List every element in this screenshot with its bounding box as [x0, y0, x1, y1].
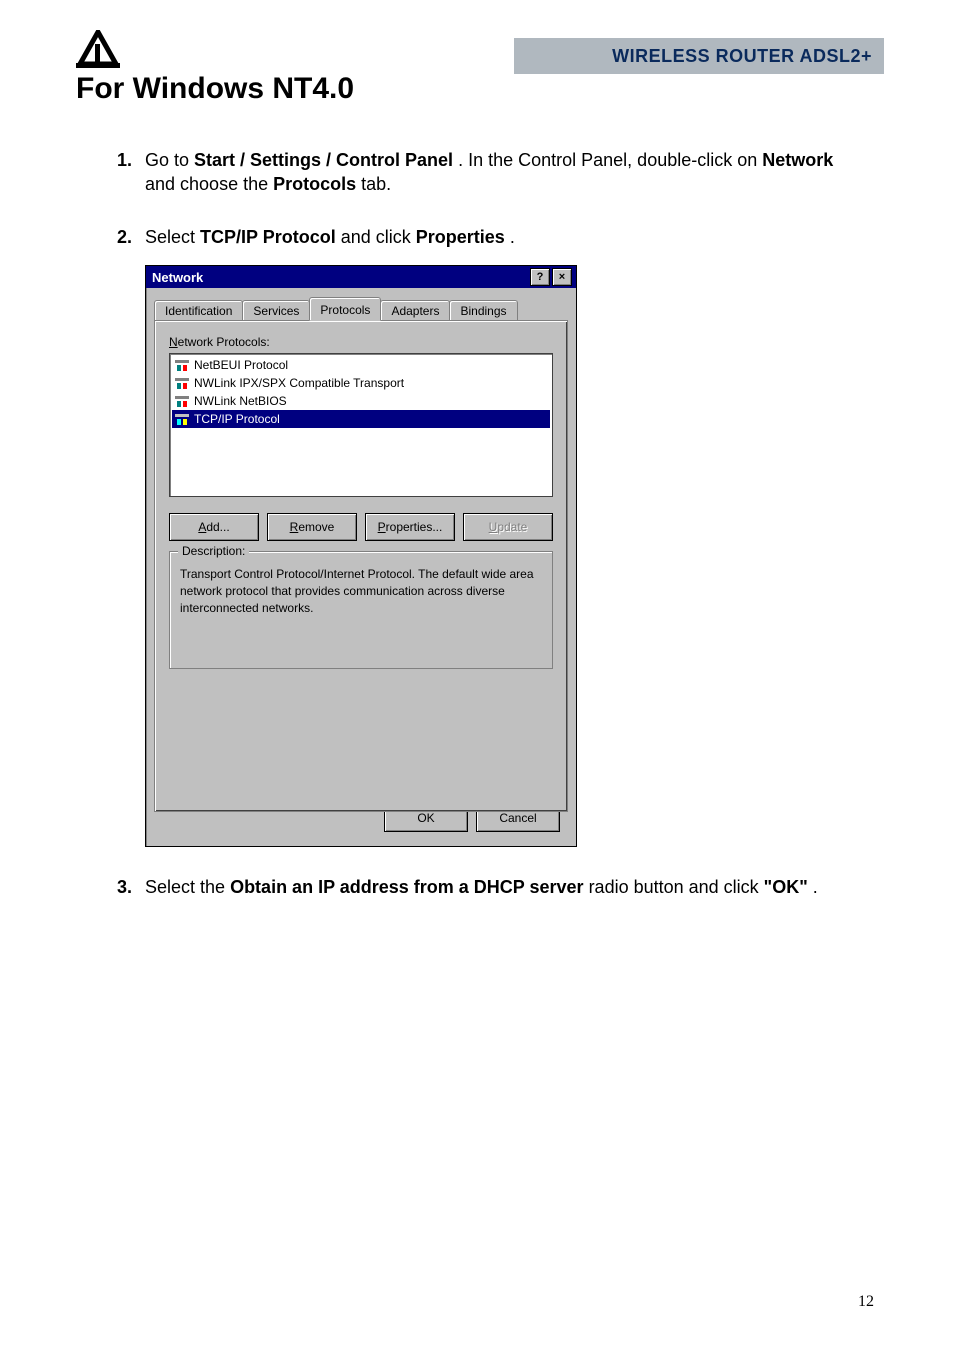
network-dialog: Network ? × Identification Services Prot… [145, 265, 577, 847]
step-1-bold-3: Protocols [273, 174, 356, 194]
tab-panel: Network Protocols: NetBEUI Protocol NWLi… [154, 320, 568, 812]
dialog-title: Network [152, 270, 203, 285]
product-name: WIRELESS ROUTER ADSL2+ [612, 46, 872, 67]
tab-identification[interactable]: Identification [154, 300, 243, 320]
close-button[interactable]: × [552, 268, 572, 286]
header-band: WIRELESS ROUTER ADSL2+ [514, 38, 884, 74]
button-row: Add... Remove Properties... Update [169, 513, 553, 541]
description-label: Description: [178, 544, 249, 558]
description-group: Description: Transport Control Protocol/… [169, 551, 553, 669]
list-item[interactable]: NWLink NetBIOS [172, 392, 550, 410]
tab-bindings[interactable]: Bindings [449, 300, 517, 320]
help-button[interactable]: ? [530, 268, 550, 286]
page-title: For Windows NT4.0 [76, 72, 354, 106]
step-3-text-2: radio button and click [589, 877, 764, 897]
remove-button[interactable]: Remove [267, 513, 357, 541]
step-3-text-3: . [813, 877, 818, 897]
list-item-label: NWLink IPX/SPX Compatible Transport [194, 376, 404, 390]
list-item[interactable]: NetBEUI Protocol [172, 356, 550, 374]
tab-services[interactable]: Services [242, 300, 310, 320]
step-2-text-3: . [510, 227, 515, 247]
step-2-text-2: and click [341, 227, 416, 247]
tab-adapters[interactable]: Adapters [380, 300, 450, 320]
step-2: 2. Select TCP/IP Protocol and click Prop… [145, 225, 844, 249]
step-1-number: 1. [117, 148, 132, 172]
list-item-selected[interactable]: TCP/IP Protocol [172, 410, 550, 428]
list-item-label: NWLink NetBIOS [194, 394, 287, 408]
list-item-label: TCP/IP Protocol [194, 412, 280, 426]
step-3-bold-1: Obtain an IP address from a DHCP server [230, 877, 583, 897]
step-3-bold-2: "OK" [764, 877, 808, 897]
step-3-text-1: Select the [145, 877, 230, 897]
protocol-icon [174, 375, 190, 391]
step-1-text-3: and choose the [145, 174, 273, 194]
add-button[interactable]: Add... [169, 513, 259, 541]
list-item-label: NetBEUI Protocol [194, 358, 288, 372]
step-1-text-1: Go to [145, 150, 194, 170]
protocol-icon [174, 393, 190, 409]
page-number: 12 [858, 1293, 874, 1311]
step-2-text-1: Select [145, 227, 200, 247]
description-text: Transport Control Protocol/Internet Prot… [180, 566, 542, 616]
step-2-bold-2: Properties [416, 227, 505, 247]
protocols-listbox[interactable]: NetBEUI Protocol NWLink IPX/SPX Compatib… [169, 353, 553, 497]
logo-icon [76, 30, 120, 75]
step-1: 1. Go to Start / Settings / Control Pane… [145, 148, 844, 197]
step-3: 3. Select the Obtain an IP address from … [145, 875, 844, 899]
dialog-titlebar[interactable]: Network ? × [146, 266, 576, 288]
step-2-bold-1: TCP/IP Protocol [200, 227, 336, 247]
step-1-bold-2: Network [762, 150, 833, 170]
step-1-text-4: tab. [361, 174, 391, 194]
tab-row: Identification Services Protocols Adapte… [154, 296, 568, 320]
update-button[interactable]: Update [463, 513, 553, 541]
step-1-bold-1: Start / Settings / Control Panel [194, 150, 453, 170]
step-2-number: 2. [117, 225, 132, 249]
list-item[interactable]: NWLink IPX/SPX Compatible Transport [172, 374, 550, 392]
protocol-icon [174, 411, 190, 427]
tab-protocols[interactable]: Protocols [309, 297, 381, 321]
label-underline: N [169, 335, 178, 349]
step-1-text-2: . In the Control Panel, double-click on [458, 150, 762, 170]
label-rest: etwork Protocols: [178, 335, 270, 349]
protocol-icon [174, 357, 190, 373]
step-3-number: 3. [117, 875, 132, 899]
network-protocols-label: Network Protocols: [169, 335, 553, 349]
properties-button[interactable]: Properties... [365, 513, 455, 541]
